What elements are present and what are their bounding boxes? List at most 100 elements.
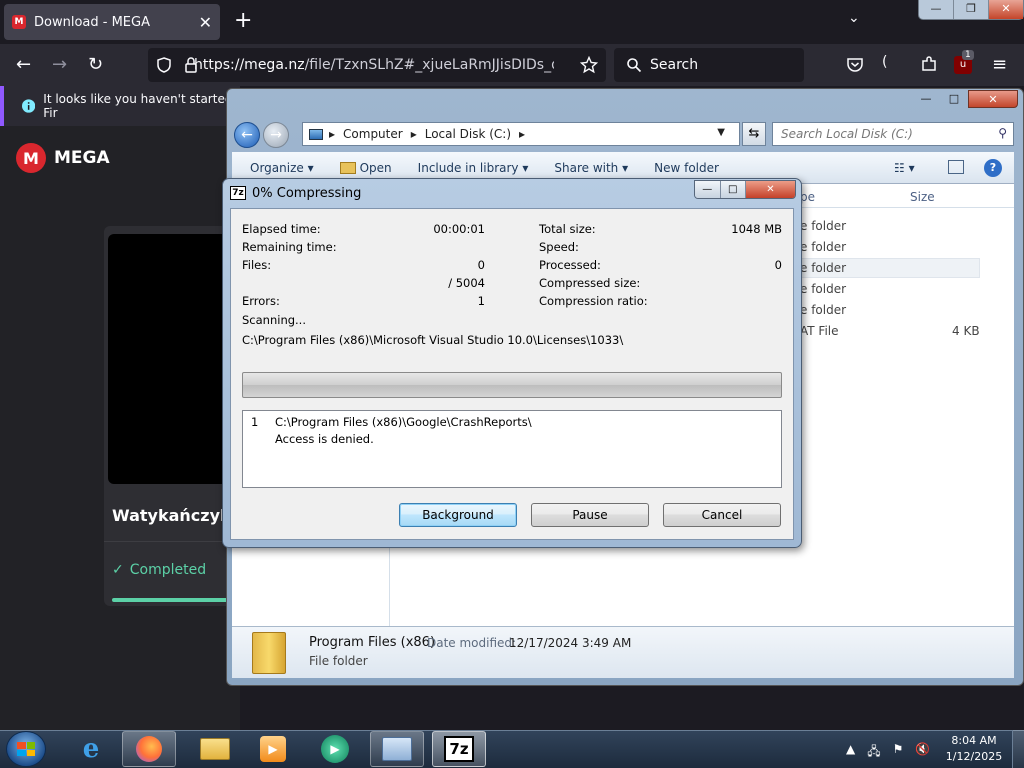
column-type[interactable]: pe (800, 190, 815, 204)
file-row[interactable]: e folder (800, 300, 980, 320)
explorer-window-controls: — □ ✕ (912, 90, 1024, 108)
folder-zip-icon (252, 632, 286, 674)
forward-arrow-icon[interactable]: → (263, 122, 289, 148)
view-options-icon[interactable]: ☷ ▾ (894, 161, 915, 175)
search-placeholder: Search (650, 57, 699, 73)
back-arrow-icon[interactable]: ← (234, 122, 260, 148)
shield-icon[interactable] (156, 57, 172, 73)
column-headers: pe Size (800, 184, 1014, 208)
minimize-button[interactable]: — (912, 90, 940, 108)
taskbar-7zip[interactable]: 7z (432, 731, 486, 767)
minimize-button[interactable]: — (919, 0, 954, 19)
forward-arrow-icon[interactable]: → (52, 54, 67, 75)
windows-logo-icon (17, 742, 35, 756)
media-preview[interactable] (108, 234, 240, 484)
close-button[interactable]: ✕ (746, 181, 795, 198)
file-row[interactable]: e folder (800, 279, 980, 299)
new-tab-button[interactable]: + (234, 8, 252, 33)
error-log-list[interactable]: 1 C:\Program Files (x86)\Google\CrashRep… (242, 410, 782, 488)
selected-item-type: File folder (309, 654, 368, 668)
maximize-button[interactable]: □ (720, 181, 746, 198)
remaining-time-label: Remaining time: (242, 240, 337, 254)
minimize-button[interactable]: — (695, 181, 721, 198)
organize-menu[interactable]: Organize ▾ (250, 161, 314, 175)
bookmark-star-icon[interactable] (580, 56, 598, 74)
share-with-menu[interactable]: Share with ▾ (554, 161, 628, 175)
taskbar-control-panel[interactable] (370, 731, 424, 767)
search-icon (627, 58, 642, 73)
close-button[interactable]: ✕ (968, 90, 1018, 108)
reload-icon[interactable]: ↻ (88, 54, 103, 75)
computer-icon (309, 128, 323, 140)
clock[interactable]: 8:04 AM 1/12/2025 (942, 733, 1006, 765)
mega-logo[interactable]: M MEGA (16, 143, 110, 173)
new-folder-button[interactable]: New folder (654, 161, 719, 175)
file-type: AT File (800, 324, 839, 338)
files-total-value: / 5004 (448, 276, 485, 290)
maximize-button[interactable]: □ (940, 90, 968, 108)
cancel-button[interactable]: Cancel (663, 503, 781, 527)
files-value: 0 (477, 258, 485, 272)
help-icon[interactable]: ? (984, 159, 1002, 177)
back-arrow-icon[interactable]: ← (16, 54, 31, 75)
close-button[interactable]: ✕ (989, 0, 1023, 19)
network-icon[interactable]: 🖧 (867, 742, 880, 763)
folder-icon (200, 738, 230, 760)
lock-icon[interactable] (184, 57, 198, 73)
explorer-address-bar[interactable]: ▸ Computer ▸ Local Disk (C:) ▸ ▼ (302, 122, 740, 146)
taskbar-firefox[interactable] (122, 731, 176, 767)
breadcrumb-separator-icon: ▸ (410, 127, 417, 141)
pause-button[interactable]: Pause (531, 503, 649, 527)
taskbar-internet-explorer[interactable]: e (64, 731, 118, 767)
processed-value: 0 (774, 258, 782, 272)
url-host: https://mega.nz (194, 57, 305, 73)
file-type: e folder (800, 303, 847, 317)
close-tab-icon[interactable]: ✕ (199, 13, 212, 32)
address-bar[interactable]: https://mega.nz/file/TzxnSLhZ#_xjueLaRmJ… (148, 48, 606, 82)
column-size[interactable]: Size (910, 190, 935, 204)
show-hidden-icons-icon[interactable]: ▲ (846, 742, 855, 763)
file-title: Watykańczyk v (112, 506, 240, 525)
volume-muted-icon[interactable]: 🔇 (915, 742, 930, 763)
mega-logo-text: MEGA (54, 148, 110, 168)
file-row[interactable]: e folder (800, 216, 980, 236)
file-row[interactable]: e folder (800, 237, 980, 257)
menu-hamburger-icon[interactable]: ≡ (992, 54, 1007, 75)
taskbar-media-center[interactable]: ▶ (308, 731, 362, 767)
clock-date: 1/12/2025 (945, 750, 1003, 763)
search-bar[interactable]: Search (614, 48, 804, 82)
search-icon[interactable]: ⚲ (998, 126, 1007, 140)
errors-label: Errors: (242, 294, 280, 308)
7zip-icon: 7z (444, 736, 474, 762)
control-panel-icon (382, 737, 412, 761)
7zip-app-icon: 7z (230, 186, 246, 200)
pocket-icon[interactable] (846, 56, 864, 74)
taskbar-media-player[interactable]: ▶ (246, 731, 300, 767)
current-file-path: C:\Program Files (x86)\Microsoft Visual … (242, 333, 624, 347)
preview-pane-icon[interactable] (948, 160, 964, 174)
file-row[interactable]: AT File 4 KB (800, 321, 980, 341)
explorer-search-input[interactable]: Search Local Disk (C:) ⚲ (772, 122, 1014, 146)
clock-time: 8:04 AM (951, 734, 997, 747)
breadcrumb-computer[interactable]: Computer (343, 127, 403, 141)
list-all-tabs-button[interactable]: ⌄ (848, 10, 860, 26)
extensions-puzzle-icon[interactable] (920, 55, 938, 73)
breadcrumb-local-disk[interactable]: Local Disk (C:) (425, 127, 511, 141)
url-path: /file/TzxnSLhZ#_xjueLaRmJJisDIDs_dYjyHHP (304, 57, 554, 73)
action-center-flag-icon[interactable]: ⚑ (893, 742, 904, 763)
open-button[interactable]: Open (339, 161, 392, 175)
refresh-button[interactable]: ⇆ (742, 122, 766, 146)
taskbar-file-explorer[interactable] (188, 731, 242, 767)
download-progress-bar (112, 598, 240, 602)
file-row[interactable]: e folder (800, 258, 980, 278)
file-size: 4 KB (952, 324, 980, 338)
file-type: e folder (800, 240, 847, 254)
show-desktop-button[interactable] (1012, 730, 1024, 768)
chevron-down-icon[interactable]: ▼ (717, 127, 725, 138)
background-button[interactable]: Background (399, 503, 517, 527)
maximize-button[interactable]: ❐ (954, 0, 989, 19)
include-in-library-menu[interactable]: Include in library ▾ (418, 161, 529, 175)
browser-tab-mega[interactable]: M Download - MEGA ✕ (4, 4, 220, 40)
log-entry-message: Access is denied. (275, 432, 374, 446)
sidebar-toggle-icon[interactable]: ( (882, 54, 887, 70)
